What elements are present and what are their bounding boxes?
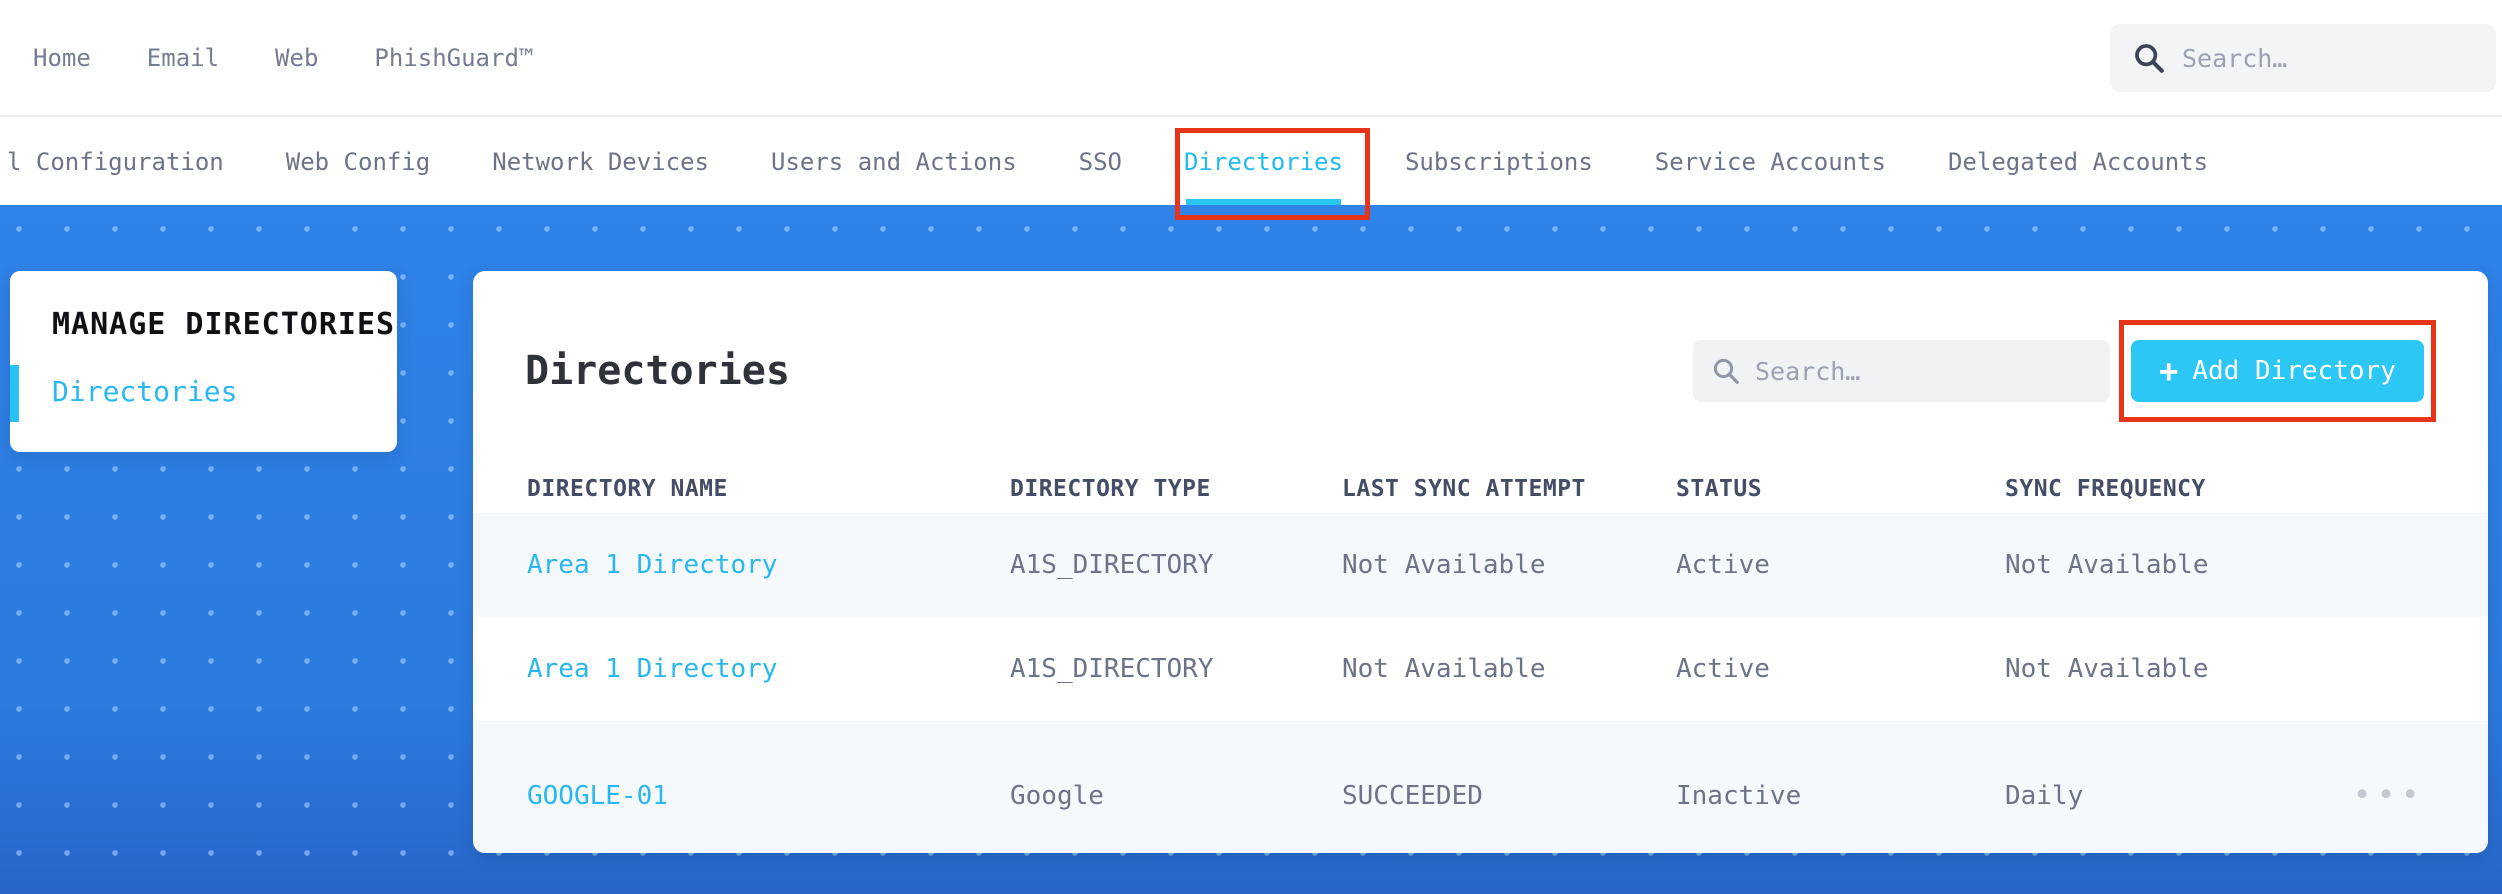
col-directory-name: DIRECTORY NAME — [527, 476, 728, 502]
nav-item-email[interactable]: Email — [147, 44, 219, 72]
brand-nav: Home Email Web PhishGuard™ — [0, 0, 2502, 117]
directory-type-cell: A1S_DIRECTORY — [1010, 550, 1214, 580]
global-search-box[interactable] — [2110, 24, 2496, 92]
nav-item-phishguard[interactable]: PhishGuard™ — [374, 44, 533, 72]
ellipsis-icon[interactable]: ••• — [2353, 781, 2450, 811]
last-sync-cell: Not Available — [1342, 550, 1546, 580]
sync-frequency-cell: Not Available — [2005, 550, 2209, 580]
last-sync-cell: Not Available — [1342, 654, 1546, 684]
directories-search-input[interactable] — [1755, 356, 2092, 386]
sidebar-item-directories[interactable]: Directories — [52, 375, 397, 408]
tab-web-config[interactable]: Web Config — [286, 119, 431, 205]
active-item-accent-bar — [10, 365, 19, 422]
add-directory-button-label: Add Directory — [2192, 356, 2396, 386]
manage-directories-card: MANAGE DIRECTORIES Directories — [10, 271, 397, 452]
directory-type-cell: A1S_DIRECTORY — [1010, 654, 1214, 684]
tab-delegated-accounts[interactable]: Delegated Accounts — [1948, 119, 2208, 205]
panel-header-controls: + Add Directory — [1693, 320, 2436, 422]
panel-header: Directories + Add Directory — [525, 320, 2436, 422]
directories-search-box[interactable] — [1693, 340, 2110, 402]
tab-directories[interactable]: Directories — [1184, 119, 1343, 205]
content-area: MANAGE DIRECTORIES Directories Directori… — [0, 205, 2502, 894]
last-sync-cell: SUCCEEDED — [1342, 781, 1483, 811]
tab-service-accounts[interactable]: Service Accounts — [1655, 119, 1886, 205]
add-directory-button[interactable]: + Add Directory — [2131, 340, 2424, 402]
directory-name-link[interactable]: Area 1 Directory — [527, 654, 1010, 684]
search-icon — [1713, 358, 1739, 384]
annotation-box-add-directory-button: + Add Directory — [2119, 320, 2436, 422]
search-icon — [2135, 44, 2164, 73]
directories-table: DIRECTORY NAME DIRECTORY TYPE LAST SYNC … — [473, 465, 2488, 853]
manage-directories-heading: MANAGE DIRECTORIES — [52, 307, 396, 342]
directory-type-cell: Google — [1010, 781, 1104, 811]
tab-sso[interactable]: SSO — [1079, 119, 1122, 205]
col-directory-type: DIRECTORY TYPE — [1010, 476, 1211, 502]
status-cell: Active — [1676, 654, 1770, 684]
tab-email-configuration-truncated[interactable]: l Configuration — [7, 119, 224, 205]
status-cell: Active — [1676, 550, 1770, 580]
directory-name-link[interactable]: Area 1 Directory — [527, 550, 1010, 580]
tab-users-and-actions[interactable]: Users and Actions — [771, 119, 1017, 205]
directories-panel: Directories + Add Directory — [473, 271, 2488, 853]
nav-item-home[interactable]: Home — [33, 44, 91, 72]
page-title: Directories — [525, 348, 790, 394]
table-row: Area 1 Directory A1S_DIRECTORY Not Avail… — [473, 617, 2488, 721]
directory-name-link[interactable]: GOOGLE-01 — [527, 781, 1010, 811]
table-row: GOOGLE-01 Google SUCCEEDED Inactive Dail… — [473, 721, 2488, 853]
settings-tab-bar: l Configuration Web Config Network Devic… — [0, 119, 2502, 205]
col-last-sync-attempt: LAST SYNC ATTEMPT — [1342, 476, 1586, 502]
plus-icon: + — [2159, 352, 2179, 390]
nav-item-web[interactable]: Web — [275, 44, 318, 72]
tab-subscriptions[interactable]: Subscriptions — [1405, 119, 1593, 205]
tab-network-devices[interactable]: Network Devices — [492, 119, 709, 205]
sync-frequency-cell: Daily — [2005, 781, 2084, 811]
col-status: STATUS — [1676, 476, 1763, 502]
sync-frequency-cell: Not Available — [2005, 654, 2209, 684]
global-search-input[interactable] — [2182, 43, 2474, 73]
status-cell: Inactive — [1676, 781, 1802, 811]
table-header-row: DIRECTORY NAME DIRECTORY TYPE LAST SYNC … — [473, 465, 2488, 513]
col-sync-frequency: SYNC FREQUENCY — [2005, 476, 2206, 502]
table-row: Area 1 Directory A1S_DIRECTORY Not Avail… — [473, 513, 2488, 617]
